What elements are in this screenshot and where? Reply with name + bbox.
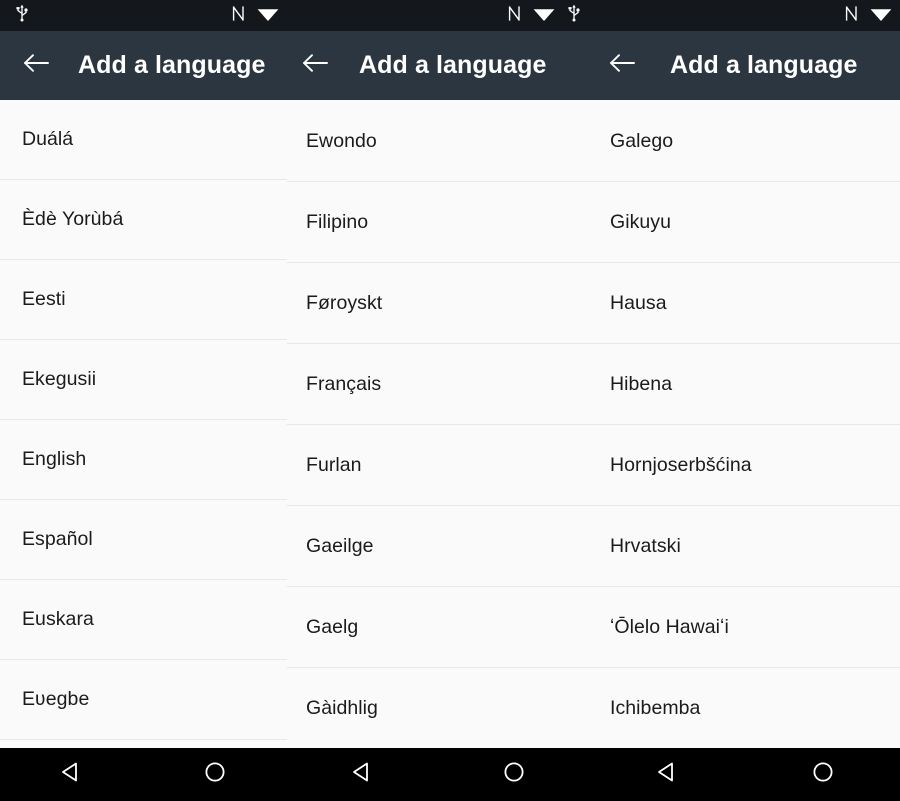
status-bar-right-icons-2 xyxy=(507,0,582,31)
list-item[interactable]: Føroyskt xyxy=(287,263,590,344)
system-navigation-bar xyxy=(0,748,900,801)
nav-group-3 xyxy=(590,748,900,801)
home-nav-button-1[interactable] xyxy=(183,748,247,801)
list-item[interactable]: English xyxy=(0,420,287,500)
list-item[interactable]: Ichibemba xyxy=(590,668,900,748)
language-name: Gaelg xyxy=(306,615,359,638)
home-nav-icon xyxy=(810,759,836,790)
back-nav-icon xyxy=(350,759,376,790)
back-button-2[interactable] xyxy=(287,31,343,100)
language-name: Hausa xyxy=(610,291,667,314)
list-item[interactable]: Hornjoserbšćina xyxy=(590,425,900,506)
language-name: Ichibemba xyxy=(610,696,701,719)
arrow-left-icon xyxy=(608,51,636,80)
list-item[interactable]: Gàidhlig xyxy=(287,668,590,748)
language-name: Ekegusii xyxy=(22,368,97,390)
wifi-icon xyxy=(533,5,555,27)
status-bar-right-icons-3 xyxy=(844,0,892,31)
app-bar-3: Add a language xyxy=(590,31,900,100)
phone-panel-1: Add a language Duálá Èdè Yorùbá Eesti Ek… xyxy=(0,0,287,748)
list-item[interactable]: Duálá xyxy=(0,100,287,180)
language-name: Hrvatski xyxy=(610,534,681,557)
list-item[interactable]: Hibena xyxy=(590,344,900,425)
language-name: Duálá xyxy=(22,128,74,150)
list-item[interactable]: Filipino xyxy=(287,182,590,263)
back-button-1[interactable] xyxy=(8,31,64,100)
language-name: Eesti xyxy=(22,288,66,310)
nav-group-1 xyxy=(0,748,287,801)
back-button-3[interactable] xyxy=(594,31,650,100)
nfc-icon xyxy=(844,5,859,27)
nfc-icon xyxy=(507,5,522,27)
list-item[interactable]: Hausa xyxy=(590,263,900,344)
status-bar-left-icons-1 xyxy=(14,0,30,31)
status-bar-3 xyxy=(590,0,900,31)
language-name: ʻŌlelo Hawaiʻi xyxy=(610,615,729,638)
list-item[interactable]: Furlan xyxy=(287,425,590,506)
usb-icon xyxy=(566,4,582,27)
wifi-icon xyxy=(257,5,279,27)
list-item[interactable]: Eʋegbe xyxy=(0,660,287,740)
list-item[interactable]: Español xyxy=(0,500,287,580)
language-list-3[interactable]: Galego Gikuyu Hausa Hibena Hornjoserbšći… xyxy=(590,100,900,748)
language-name: Gikuyu xyxy=(610,210,671,233)
back-nav-button-2[interactable] xyxy=(331,748,395,801)
list-item[interactable]: Eesti xyxy=(0,260,287,340)
language-name: Gaeilge xyxy=(306,534,374,557)
language-name: English xyxy=(22,448,87,470)
page-title-2: Add a language xyxy=(359,51,547,79)
status-bar-1 xyxy=(0,0,287,31)
language-name: Gàidhlig xyxy=(306,696,378,719)
back-nav-icon xyxy=(655,759,681,790)
usb-icon xyxy=(14,4,30,27)
list-item[interactable]: Gikuyu xyxy=(590,182,900,263)
list-item[interactable]: Èdè Yorùbá xyxy=(0,180,287,260)
language-name: Føroyskt xyxy=(306,291,383,314)
language-name: Ewondo xyxy=(306,129,377,152)
back-nav-button-1[interactable] xyxy=(40,748,104,801)
language-name: Français xyxy=(306,372,382,395)
language-list-2[interactable]: Ewondo Filipino Føroyskt Français Furlan… xyxy=(287,100,590,748)
arrow-left-icon xyxy=(301,51,329,80)
list-item[interactable]: Galego xyxy=(590,101,900,182)
language-name: Eʋegbe xyxy=(22,688,90,710)
language-name: Euskara xyxy=(22,608,94,630)
phone-panel-2: Add a language Ewondo Filipino Føroyskt … xyxy=(287,0,590,748)
list-item[interactable]: Français xyxy=(287,344,590,425)
page-title-1: Add a language xyxy=(78,51,266,79)
wifi-icon xyxy=(870,5,892,27)
list-item[interactable]: Ekegusii xyxy=(0,340,287,420)
language-name: Hibena xyxy=(610,372,673,395)
list-item[interactable]: Gaeilge xyxy=(287,506,590,587)
language-name: Furlan xyxy=(306,453,362,476)
home-nav-icon xyxy=(202,759,228,790)
app-bar-2: Add a language xyxy=(287,31,590,100)
list-item[interactable]: Euskara xyxy=(0,580,287,660)
language-list-1[interactable]: Duálá Èdè Yorùbá Eesti Ekegusii English … xyxy=(0,100,287,748)
language-name: Hornjoserbšćina xyxy=(610,453,752,476)
nfc-icon xyxy=(231,5,246,27)
status-bar-right-icons-1 xyxy=(231,0,279,31)
nav-group-2 xyxy=(287,748,590,801)
device-screenshot-composite: Add a language Duálá Èdè Yorùbá Eesti Ek… xyxy=(0,0,900,801)
list-item[interactable]: Hrvatski xyxy=(590,506,900,587)
back-nav-icon xyxy=(59,759,85,790)
home-nav-button-2[interactable] xyxy=(482,748,546,801)
phone-panel-3: Add a language Galego Gikuyu Hausa Hiben… xyxy=(590,0,900,748)
panel-container: Add a language Duálá Èdè Yorùbá Eesti Ek… xyxy=(0,0,900,748)
home-nav-icon xyxy=(501,759,527,790)
app-bar-1: Add a language xyxy=(0,31,287,100)
status-bar-2 xyxy=(287,0,590,31)
list-item[interactable]: Gaelg xyxy=(287,587,590,668)
language-name: Èdè Yorùbá xyxy=(22,208,124,230)
language-name: Español xyxy=(22,528,93,550)
list-item[interactable]: Ewondo xyxy=(287,101,590,182)
page-title-3: Add a language xyxy=(670,51,858,79)
language-name: Filipino xyxy=(306,210,369,233)
list-item[interactable]: ʻŌlelo Hawaiʻi xyxy=(590,587,900,668)
back-nav-button-3[interactable] xyxy=(636,748,700,801)
language-name: Galego xyxy=(610,129,674,152)
home-nav-button-3[interactable] xyxy=(791,748,855,801)
arrow-left-icon xyxy=(22,51,50,80)
